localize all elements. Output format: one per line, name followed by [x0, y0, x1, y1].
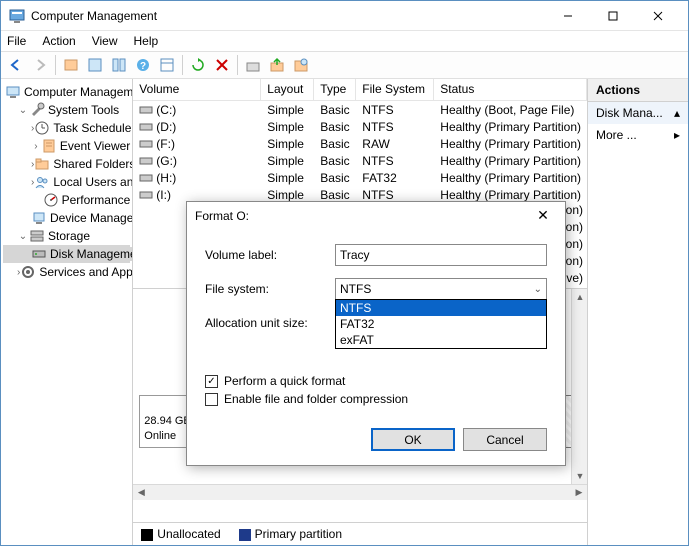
folder-icon: [34, 156, 50, 172]
tree-item[interactable]: Device Manager: [3, 209, 130, 227]
event-icon: [41, 138, 57, 154]
menu-help[interactable]: Help: [134, 34, 159, 48]
tree-item[interactable]: ›Event Viewer: [3, 137, 130, 155]
filesystem-options: NTFSFAT32exFAT: [335, 299, 547, 349]
tree-item[interactable]: ›Local Users and Groups: [3, 173, 130, 191]
device-icon: [31, 210, 47, 226]
menu-action[interactable]: Action: [42, 34, 75, 48]
disk-icon: [31, 246, 47, 262]
volume-row[interactable]: (C:)SimpleBasicNTFSHealthy (Boot, Page F…: [133, 101, 587, 118]
scroll-left-button[interactable]: ◀: [133, 485, 149, 501]
tree-services[interactable]: › Services and Applications: [3, 263, 130, 281]
menu-file[interactable]: File: [7, 34, 26, 48]
compression-checkbox[interactable]: Enable file and folder compression: [205, 392, 547, 406]
vertical-scrollbar[interactable]: ▲ ▼: [571, 289, 587, 484]
back-button[interactable]: [5, 54, 27, 76]
cancel-button[interactable]: Cancel: [463, 428, 547, 451]
legend-swatch-primary: [239, 529, 251, 541]
app-icon: [9, 8, 25, 24]
volume-header: Volume Layout Type File System Status: [133, 79, 587, 101]
menu-view[interactable]: View: [92, 34, 118, 48]
actions-more[interactable]: More ... ▸: [588, 124, 688, 146]
toolbar-btn-9[interactable]: [266, 54, 288, 76]
delete-button[interactable]: [211, 54, 233, 76]
tree-item[interactable]: Performance: [3, 191, 130, 209]
help-button[interactable]: ?: [132, 54, 154, 76]
filesystem-option[interactable]: FAT32: [336, 316, 546, 332]
tree-system-tools[interactable]: ⌄ System Tools: [3, 101, 130, 119]
col-status[interactable]: Status: [434, 79, 587, 100]
toolbar-btn-3[interactable]: [108, 54, 130, 76]
col-type[interactable]: Type: [314, 79, 356, 100]
expand-icon[interactable]: ›: [31, 141, 41, 152]
tree-root[interactable]: Computer Management (Local): [3, 83, 130, 101]
legend: Unallocated Primary partition: [133, 522, 587, 545]
tree-item[interactable]: ›Shared Folders: [3, 155, 130, 173]
allocation-size-label: Allocation unit size:: [205, 316, 335, 330]
col-volume[interactable]: Volume: [133, 79, 261, 100]
clock-icon: [34, 120, 50, 136]
actions-disk-management[interactable]: Disk Mana... ▴: [588, 102, 688, 124]
filesystem-option[interactable]: NTFS: [336, 300, 546, 316]
filesystem-label: File system:: [205, 282, 335, 296]
forward-button[interactable]: [29, 54, 51, 76]
legend-swatch-unallocated: [141, 529, 153, 541]
actions-header: Actions: [588, 79, 688, 102]
computer-icon: [5, 84, 21, 100]
maximize-button[interactable]: [590, 1, 635, 30]
tree-storage[interactable]: ⌄ Storage: [3, 227, 130, 245]
chevron-right-icon: ▸: [674, 128, 680, 142]
toolbar-btn-2[interactable]: [84, 54, 106, 76]
toolbar-btn-10[interactable]: [290, 54, 312, 76]
chevron-down-icon: ⌄: [534, 284, 542, 295]
col-filesystem[interactable]: File System: [356, 79, 434, 100]
quick-format-checkbox[interactable]: ✓ Perform a quick format: [205, 374, 547, 388]
actions-pane: Actions Disk Mana... ▴ More ... ▸: [588, 79, 688, 545]
volume-row[interactable]: (D:)SimpleBasicNTFSHealthy (Primary Part…: [133, 118, 587, 135]
users-icon: [34, 174, 50, 190]
tree-item[interactable]: ›Task Scheduler: [3, 119, 130, 137]
volume-row[interactable]: (H:)SimpleBasicFAT32Healthy (Primary Par…: [133, 169, 587, 186]
minimize-button[interactable]: [545, 1, 590, 30]
tools-icon: [29, 102, 45, 118]
format-dialog: Format O: ✕ Volume label: File system: N…: [186, 201, 566, 466]
dialog-title: Format O:: [195, 209, 529, 223]
toolbar-btn-5[interactable]: [156, 54, 178, 76]
tree-disk-management[interactable]: Disk Management: [3, 245, 130, 263]
title-bar: Computer Management: [1, 1, 688, 31]
ok-button[interactable]: OK: [371, 428, 455, 451]
services-icon: [20, 264, 36, 280]
filesystem-option[interactable]: exFAT: [336, 332, 546, 348]
toolbar-btn-1[interactable]: [60, 54, 82, 76]
checkbox-checked-icon: ✓: [205, 375, 218, 388]
volume-label-input[interactable]: [335, 244, 547, 266]
collapse-icon[interactable]: ⌄: [17, 105, 29, 116]
window-title: Computer Management: [31, 9, 545, 23]
close-button[interactable]: [635, 1, 680, 30]
dialog-close-button[interactable]: ✕: [529, 204, 557, 228]
nav-tree: Computer Management (Local) ⌄ System Too…: [1, 79, 133, 545]
filesystem-select[interactable]: NTFS ⌄ NTFSFAT32exFAT: [335, 278, 547, 300]
perf-icon: [43, 192, 59, 208]
refresh-button[interactable]: [187, 54, 209, 76]
col-layout[interactable]: Layout: [261, 79, 314, 100]
scroll-right-button[interactable]: ▶: [571, 485, 587, 501]
volume-row[interactable]: (F:)SimpleBasicRAWHealthy (Primary Parti…: [133, 135, 587, 152]
svg-text:?: ?: [140, 61, 146, 72]
checkbox-unchecked-icon: [205, 393, 218, 406]
collapse-icon[interactable]: ⌄: [17, 231, 29, 242]
toolbar-btn-8[interactable]: [242, 54, 264, 76]
menu-bar: File Action View Help: [1, 31, 688, 51]
storage-icon: [29, 228, 45, 244]
volume-label-label: Volume label:: [205, 248, 335, 262]
volume-row[interactable]: (G:)SimpleBasicNTFSHealthy (Primary Part…: [133, 152, 587, 169]
chevron-up-icon: ▴: [674, 106, 680, 120]
toolbar: ?: [1, 51, 688, 79]
